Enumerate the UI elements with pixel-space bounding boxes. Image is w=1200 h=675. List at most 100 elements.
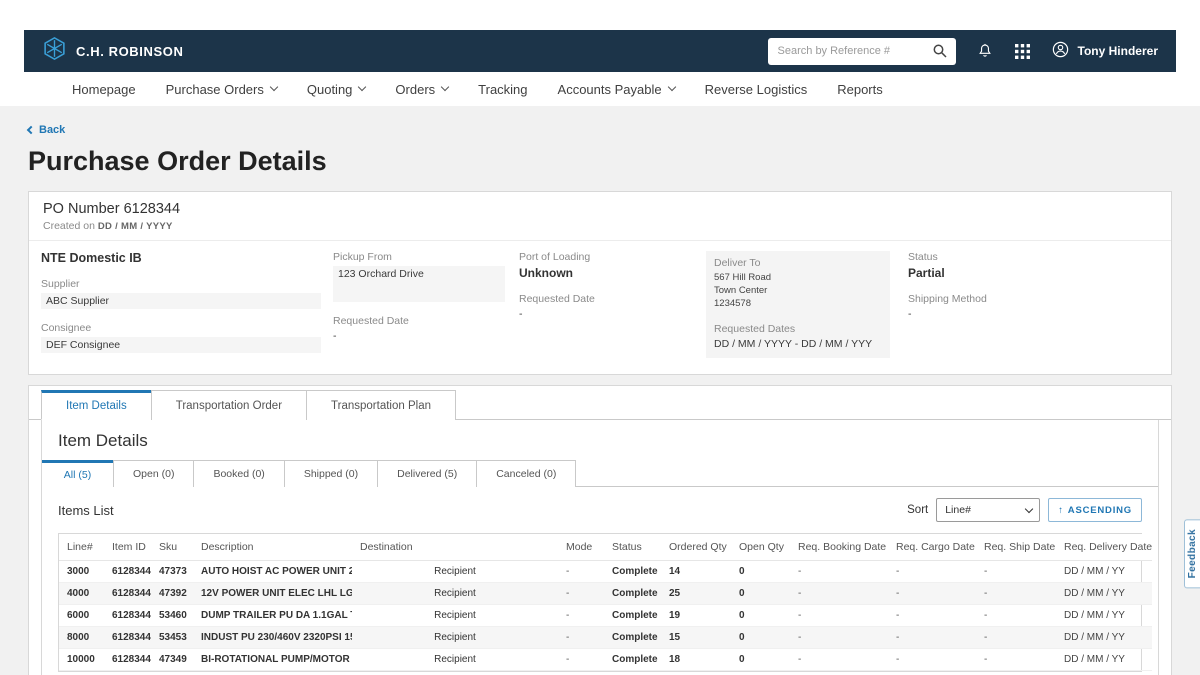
table-cell: 6128344	[104, 561, 151, 583]
order-type: NTE Domestic IB	[41, 251, 333, 265]
items-list-title: Items List	[58, 503, 114, 518]
column-header: Req. Booking Date	[790, 534, 888, 561]
column-header: Req. Cargo Date	[888, 534, 976, 561]
search-input[interactable]	[768, 38, 956, 65]
table-cell: 47349	[151, 649, 193, 671]
page-title: Purchase Order Details	[28, 146, 1172, 177]
tab-transportation-order[interactable]: Transportation Order	[151, 390, 307, 420]
consignee-value: DEF Consignee	[41, 337, 321, 353]
po-col-status: Status Partial Shipping Method -	[908, 251, 1159, 358]
table-cell: 0	[731, 627, 790, 649]
apps-grid-icon[interactable]	[1014, 43, 1031, 60]
table-cell: 18	[661, 649, 731, 671]
brand-name: C.H. ROBINSON	[76, 44, 183, 59]
tab-item-details[interactable]: Item Details	[41, 390, 152, 420]
table-cell: DUMP TRAILER PU DA 1.1GAL TANK	[193, 605, 352, 627]
user-menu[interactable]: Tony Hinderer	[1051, 40, 1158, 62]
subtab-canceled[interactable]: Canceled (0)	[476, 460, 576, 487]
user-avatar-icon	[1051, 40, 1070, 62]
subtab-shipped[interactable]: Shipped (0)	[284, 460, 378, 487]
feedback-button[interactable]: Feedback	[1184, 519, 1200, 588]
table-cell: -	[790, 561, 888, 583]
table-cell: 0	[731, 561, 790, 583]
menu-item-orders[interactable]: Orders	[395, 82, 448, 97]
table-cell: 6128344	[104, 649, 151, 671]
column-header: Open Qty	[731, 534, 790, 561]
menu-item-label: Accounts Payable	[558, 82, 662, 97]
subtab-open[interactable]: Open (0)	[113, 460, 194, 487]
deliver-to-line: 1234578	[714, 298, 882, 311]
table-cell: -	[976, 627, 1056, 649]
chevron-down-icon	[358, 83, 366, 91]
table-cell: Recipient	[352, 561, 558, 583]
table-cell: Complete	[604, 627, 661, 649]
table-cell: 10000	[59, 649, 104, 671]
back-link[interactable]: Back	[28, 124, 65, 136]
notifications-bell-icon[interactable]	[976, 42, 994, 60]
menu-item-reverse-logistics[interactable]: Reverse Logistics	[705, 82, 808, 97]
table-cell: -	[888, 627, 976, 649]
menu-item-label: Reports	[837, 82, 883, 97]
table-cell: -	[790, 605, 888, 627]
chevron-down-icon	[441, 83, 449, 91]
sort-select[interactable]: Line#	[936, 498, 1040, 522]
menu-item-purchase-orders[interactable]: Purchase Orders	[166, 82, 277, 97]
brand[interactable]: C.H. ROBINSON	[42, 36, 183, 66]
tab-bar: Item Details Transportation Order Transp…	[29, 390, 1171, 420]
table-cell: 6128344	[104, 627, 151, 649]
supplier-label: Supplier	[41, 278, 333, 290]
status-label: Status	[908, 251, 1159, 263]
table-cell: 4000	[59, 583, 104, 605]
column-header: Req. Ship Date	[976, 534, 1056, 561]
table-row[interactable]: 3000612834447373AUTO HOIST AC POWER UNIT…	[59, 561, 1152, 583]
menu-item-homepage[interactable]: Homepage	[72, 82, 136, 97]
tab-transportation-plan[interactable]: Transportation Plan	[306, 390, 456, 420]
arrow-up-icon: ↑	[1058, 505, 1064, 516]
status-filter-tabs: All (5) Open (0) Booked (0) Shipped (0) …	[42, 460, 1158, 487]
table-cell: -	[976, 561, 1056, 583]
table-cell: 12V POWER UNIT ELEC LHL LG RES	[193, 583, 352, 605]
port-of-loading-value: Unknown	[519, 266, 706, 280]
pickup-requested-date-label: Requested Date	[333, 315, 519, 327]
table-cell: INDUST PU 230/460V 2320PSI 15	[193, 627, 352, 649]
table-cell: Recipient	[352, 583, 558, 605]
table-cell: -	[558, 627, 604, 649]
requested-dates-label: Requested Dates	[714, 323, 882, 335]
ascending-label: ASCENDING	[1068, 505, 1132, 516]
created-on-label: Created on	[43, 220, 95, 232]
menu-item-quoting[interactable]: Quoting	[307, 82, 366, 97]
menu-item-tracking[interactable]: Tracking	[478, 82, 527, 97]
table-cell: DD / MM / YY	[1056, 561, 1152, 583]
table-cell: 47392	[151, 583, 193, 605]
table-row[interactable]: 8000612834453453INDUST PU 230/460V 2320P…	[59, 627, 1152, 649]
subtab-delivered[interactable]: Delivered (5)	[377, 460, 477, 487]
table-cell: Complete	[604, 561, 661, 583]
menu-item-accounts-payable[interactable]: Accounts Payable	[558, 82, 675, 97]
table-cell: DD / MM / YY	[1056, 605, 1152, 627]
main-menu: Homepage Purchase Orders Quoting Orders …	[0, 72, 1200, 106]
shipping-method-value: -	[908, 308, 1159, 320]
port-requested-date-value: -	[519, 308, 706, 320]
table-cell: 15	[661, 627, 731, 649]
chevron-down-icon	[270, 83, 278, 91]
column-header: Sku	[151, 534, 193, 561]
search-icon[interactable]	[932, 43, 948, 64]
table-cell: Complete	[604, 583, 661, 605]
section-heading: Item Details	[42, 420, 1158, 460]
table-row[interactable]: 10000612834447349BI-ROTATIONAL PUMP/MOTO…	[59, 649, 1152, 671]
ascending-sort-button[interactable]: ↑ ASCENDING	[1048, 498, 1142, 522]
table-cell: -	[976, 605, 1056, 627]
table-row[interactable]: 400061283444739212V POWER UNIT ELEC LHL …	[59, 583, 1152, 605]
po-col-deliver: Deliver To 567 Hill Road Town Center 123…	[706, 251, 908, 358]
status-value: Partial	[908, 266, 1159, 280]
menu-item-reports[interactable]: Reports	[837, 82, 883, 97]
items-table: Line#Item IDSkuDescriptionDestinationMod…	[59, 534, 1152, 671]
menu-item-label: Reverse Logistics	[705, 82, 808, 97]
table-cell: -	[888, 561, 976, 583]
subtab-booked[interactable]: Booked (0)	[193, 460, 284, 487]
table-row[interactable]: 6000612834453460DUMP TRAILER PU DA 1.1GA…	[59, 605, 1152, 627]
table-cell: 6000	[59, 605, 104, 627]
po-summary-card: PO Number 6128344 Created on DD / MM / Y…	[28, 191, 1172, 375]
subtab-all[interactable]: All (5)	[42, 460, 114, 487]
item-details-panel: Item Details All (5) Open (0) Booked (0)…	[41, 420, 1159, 675]
